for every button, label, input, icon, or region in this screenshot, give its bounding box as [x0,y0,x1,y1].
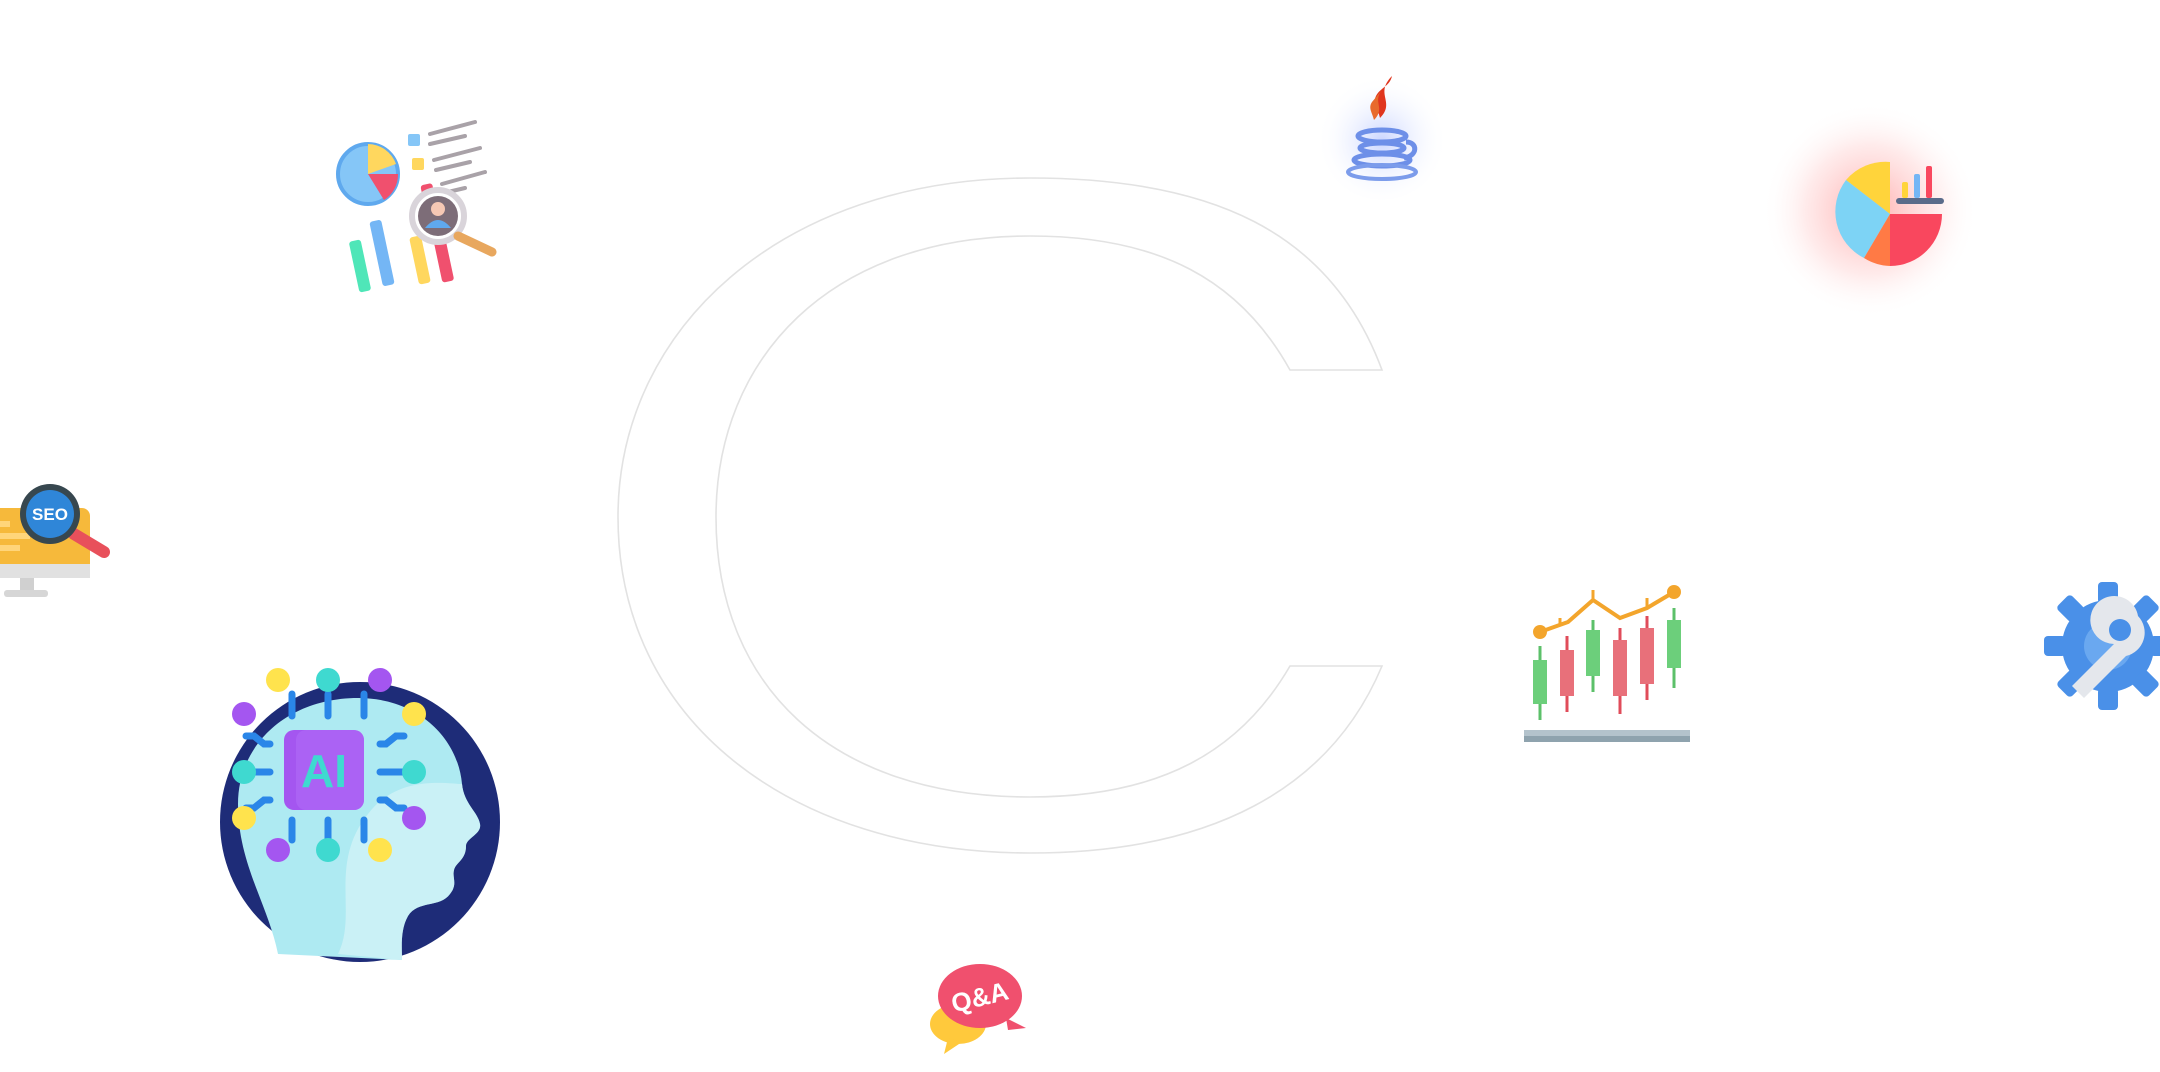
seo-icon: SEO [0,478,120,618]
illustration-canvas: SEO AI Q&A [0,0,2160,1072]
candlestick-chart-icon [1520,580,1700,750]
java-icon [1312,60,1452,200]
ai-brain-icon: AI [218,664,504,962]
data-analytics-icon [330,112,510,302]
ai-label: AI [301,745,347,797]
qa-chat-icon: Q&A [922,958,1030,1054]
settings-wrench-icon [2042,580,2160,720]
pie-chart-icon [1760,100,1980,320]
seo-label: SEO [32,505,68,524]
